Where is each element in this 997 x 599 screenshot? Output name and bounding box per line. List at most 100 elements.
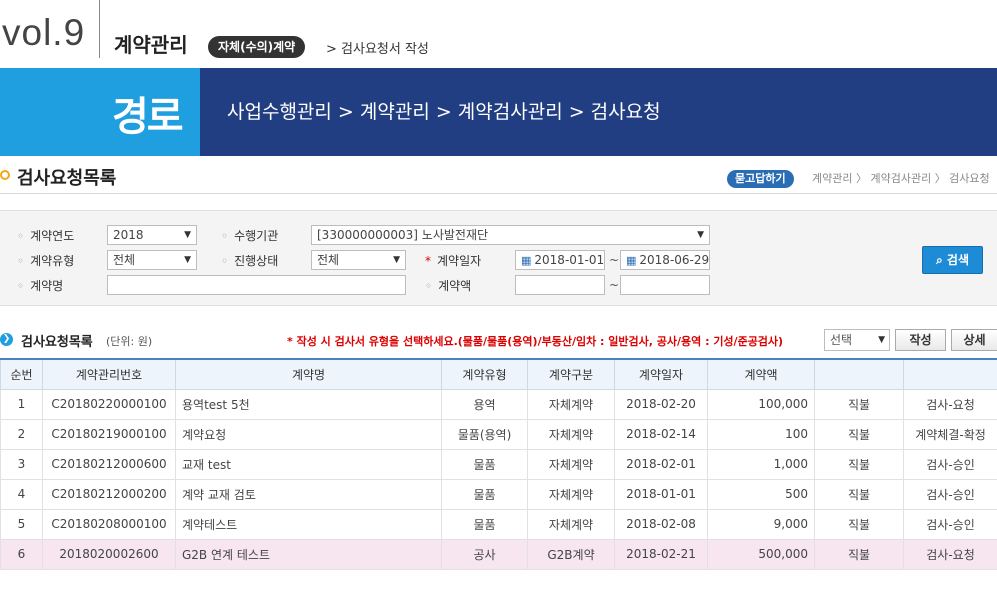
chevron-right-icon: ❯	[0, 333, 13, 346]
section-title: 계약관리	[114, 33, 188, 57]
write-button[interactable]: 작성	[895, 329, 946, 351]
cell-contract-name[interactable]: 계약테스트	[175, 508, 442, 540]
amount-label: ◦ 계약액	[425, 279, 472, 293]
cell-amount: 100	[707, 418, 815, 450]
org-label: ◦ 수행기관	[221, 229, 279, 243]
status-select[interactable]: 전체 ▼	[311, 250, 406, 270]
notice-text: * 작성 시 검사서 유형을 선택하세요.(물품/물품(용역)/부동산/임차 :…	[287, 335, 784, 348]
chevron-down-icon: ▼	[184, 230, 191, 240]
chevron-down-icon: ▼	[878, 335, 885, 345]
column-header[interactable]: 계약관리번호	[42, 358, 176, 390]
cell-contract-name[interactable]: 계약 교재 검토	[175, 478, 442, 510]
cell-contract-no: C20180220000100	[42, 388, 176, 420]
column-header[interactable]: 계약일자	[614, 358, 708, 390]
cell-payment: 직불	[814, 388, 904, 420]
banner-label: 경로	[112, 94, 184, 140]
cell-contract-name[interactable]: 계약요청	[175, 418, 442, 450]
column-header[interactable]: 계약액	[707, 358, 815, 390]
cell-amount: 500	[707, 478, 815, 510]
cell-contract-no: C20180212000600	[42, 448, 176, 480]
volume-label: vol.9	[2, 12, 86, 53]
table-row[interactable]: 3 C20180212000600 교재 test 물품 자체계약 2018-0…	[0, 448, 997, 480]
cell-contract-no: C20180208000100	[42, 508, 176, 540]
banner-label-block: 경로	[0, 68, 200, 156]
cell-amount: 500,000	[707, 538, 815, 570]
cell-contract-name[interactable]: 교재 test	[175, 448, 442, 480]
column-header[interactable]: 계약유형	[441, 358, 528, 390]
cell-status: 검사-요청	[903, 388, 997, 420]
date-label: * 계약일자	[425, 254, 482, 268]
list-title: 검사요청목록	[21, 335, 93, 350]
column-header[interactable]: 계약명	[175, 358, 442, 390]
detail-button[interactable]: 상세	[951, 329, 997, 351]
cell-type: 물품	[441, 448, 528, 480]
date-to-field[interactable]: ▦ 2018-06-29	[620, 250, 710, 270]
column-header[interactable]: 순번	[0, 358, 43, 390]
amount-to-input[interactable]	[620, 275, 710, 295]
type-select[interactable]: 전체 ▼	[107, 250, 197, 270]
bullet-icon	[0, 170, 10, 180]
cell-category: 자체계약	[527, 478, 615, 510]
year-label: ◦ 계약연도	[17, 229, 75, 243]
year-select[interactable]: 2018 ▼	[107, 225, 197, 245]
range-separator: ~	[609, 253, 620, 267]
ask-question-button[interactable]: 묻고답하기	[727, 170, 794, 188]
cell-date: 2018-01-01	[614, 478, 708, 510]
search-form: ◦ 계약연도 2018 ▼ ◦ 수행기관 [330000000003] 노사발전재단 ▼…	[0, 210, 997, 306]
chevron-down-icon: ▼	[393, 255, 400, 265]
cell-contract-name[interactable]: G2B 연계 테스트	[175, 538, 442, 570]
cell-type: 용역	[441, 388, 528, 420]
table-row[interactable]: 2 C20180219000100 계약요청 물품(용역) 자체계약 2018-…	[0, 418, 997, 450]
date-from-field[interactable]: ▦ 2018-01-01	[515, 250, 605, 270]
divider	[99, 0, 100, 58]
cell-category: 자체계약	[527, 418, 615, 450]
chevron-down-icon: ▼	[184, 255, 191, 265]
cell-category: 자체계약	[527, 388, 615, 420]
contract-type-pill: 자체(수의)계약	[208, 36, 306, 58]
org-select[interactable]: [330000000003] 노사발전재단 ▼	[311, 225, 710, 245]
chevron-down-icon: ▼	[697, 230, 704, 240]
contract-name-input[interactable]	[107, 275, 406, 295]
cell-payment: 직불	[814, 418, 904, 450]
table-row[interactable]: 5 C20180208000100 계약테스트 물품 자체계약 2018-02-…	[0, 508, 997, 540]
cell-category: 자체계약	[527, 508, 615, 540]
cell-status: 검사-요청	[903, 538, 997, 570]
cell-category: 자체계약	[527, 448, 615, 480]
type-label: ◦ 계약유형	[17, 254, 75, 268]
cell-payment: 직불	[814, 508, 904, 540]
cell-amount: 9,000	[707, 508, 815, 540]
column-header[interactable]: 계약구분	[527, 358, 615, 390]
cell-date: 2018-02-21	[614, 538, 708, 570]
breadcrumb: 계약관리 〉 계약검사관리 〉 검사요청	[812, 172, 990, 185]
table-row[interactable]: 4 C20180212000200 계약 교재 검토 물품 자체계약 2018-…	[0, 478, 997, 510]
cell-type: 물품	[441, 508, 528, 540]
table-row-selected[interactable]: 6 2018020002600 G2B 연계 테스트 공사 G2B계약 2018…	[0, 538, 997, 570]
cell-category: G2B계약	[527, 538, 615, 570]
cell-status: 검사-승인	[903, 508, 997, 540]
table-row[interactable]: 1 C20180220000100 용역test 5천 용역 자체계약 2018…	[0, 388, 997, 420]
inspection-request-table: 순번 계약관리번호 계약명 계약유형 계약구분 계약일자 계약액 1 C2018…	[0, 358, 997, 570]
cell-contract-no: C20180219000100	[42, 418, 176, 450]
table-header-row: 순번 계약관리번호 계약명 계약유형 계약구분 계약일자 계약액	[0, 358, 997, 390]
cell-payment: 직불	[814, 448, 904, 480]
cell-contract-name[interactable]: 용역test 5천	[175, 388, 442, 420]
cell-date: 2018-02-14	[614, 418, 708, 450]
cell-contract-no: 2018020002600	[42, 538, 176, 570]
column-header	[903, 358, 997, 390]
cell-status: 검사-승인	[903, 478, 997, 510]
cell-contract-no: C20180212000200	[42, 478, 176, 510]
search-button[interactable]: ⌕ 검색	[922, 246, 983, 274]
amount-from-input[interactable]	[515, 275, 605, 295]
cell-seq: 5	[0, 508, 43, 540]
cell-date: 2018-02-01	[614, 448, 708, 480]
cell-status: 검사-승인	[903, 448, 997, 480]
sub-breadcrumb: > 검사요청서 작성	[326, 42, 429, 57]
path-banner: 경로 사업수행관리 > 계약관리 > 계약검사관리 > 검사요청	[0, 68, 997, 156]
range-separator: ~	[609, 278, 620, 292]
calendar-icon: ▦	[521, 254, 532, 267]
calendar-icon: ▦	[626, 254, 637, 267]
inspection-type-select[interactable]: 선택 ▼	[824, 329, 890, 351]
cell-date: 2018-02-20	[614, 388, 708, 420]
cell-type: 공사	[441, 538, 528, 570]
cell-date: 2018-02-08	[614, 508, 708, 540]
